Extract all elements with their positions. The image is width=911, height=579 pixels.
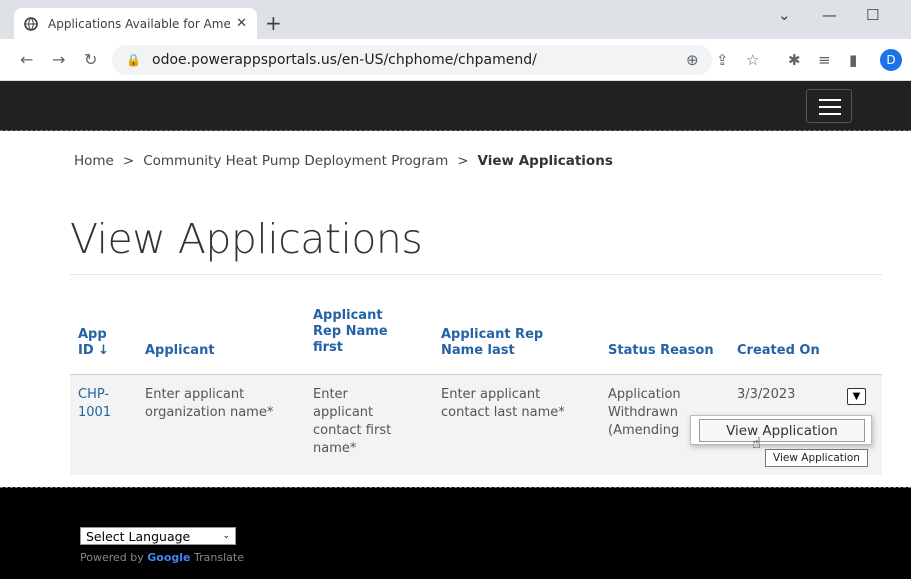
header-app-id[interactable]: App ID ↓: [78, 327, 109, 359]
powered-by-google-translate: Powered by Google Translate: [80, 551, 244, 564]
page-title: View Applications: [70, 215, 423, 263]
cell-line: organization name*: [145, 405, 274, 420]
bookmark-star-icon[interactable]: ☆: [746, 51, 759, 69]
cell-app-id[interactable]: CHP- 1001: [78, 386, 111, 422]
header-line: ID ↓: [78, 343, 110, 358]
share-icon[interactable]: ⇪: [716, 51, 729, 69]
tab-search-icon[interactable]: ⌄: [778, 6, 791, 24]
translate-link[interactable]: Translate: [194, 551, 244, 564]
header-line: Name last: [441, 343, 515, 358]
header-applicant[interactable]: Applicant: [145, 343, 215, 359]
row-actions-dropdown-button[interactable]: ▼: [847, 388, 866, 405]
side-panel-icon[interactable]: ▮: [849, 51, 857, 69]
cell-rep-last: Enter applicant contact last name*: [441, 386, 565, 422]
cell-created-on: 3/3/2023: [737, 386, 795, 404]
header-line: first: [313, 340, 343, 355]
language-select-value: Select Language: [86, 528, 191, 544]
globe-icon: [24, 16, 38, 31]
minimize-icon[interactable]: —: [822, 6, 837, 24]
cell-line: name*: [313, 441, 357, 456]
breadcrumb-separator: >: [457, 153, 469, 169]
site-header: [0, 81, 911, 131]
cell-applicant: Enter applicant organization name*: [145, 386, 273, 422]
close-tab-icon[interactable]: ✕: [236, 16, 247, 31]
header-line: Applicant: [313, 308, 383, 323]
header-rep-last[interactable]: Applicant Rep Name last: [441, 327, 543, 359]
cell-line: 3/3/2023: [737, 387, 796, 402]
browser-tab-bar: Applications Available for Amend ✕ + ⌄ —…: [0, 0, 911, 39]
title-divider: [70, 274, 882, 275]
cell-line: contact first: [313, 423, 392, 438]
language-select[interactable]: Select Language ⌄: [80, 527, 236, 545]
breadcrumb-separator: >: [122, 153, 135, 169]
maximize-icon[interactable]: ☐: [866, 6, 879, 24]
cell-line: Enter applicant: [441, 387, 541, 402]
cell-rep-first: Enter applicant contact first name*: [313, 386, 391, 458]
header-created-on[interactable]: Created On: [737, 343, 820, 359]
new-tab-button[interactable]: +: [265, 11, 282, 35]
cell-line: Withdrawn: [608, 405, 678, 420]
cell-line: (Amending: [608, 423, 680, 438]
address-bar[interactable]: 🔒 odoe.powerappsportals.us/en-US/chphome…: [112, 45, 712, 75]
url-text: odoe.powerappsportals.us/en-US/chphome/c…: [152, 52, 537, 68]
lock-icon: 🔒: [126, 53, 141, 67]
tooltip: View Application: [765, 449, 868, 467]
browser-tab[interactable]: Applications Available for Amend ✕: [14, 8, 257, 39]
breadcrumb-program[interactable]: Community Heat Pump Deployment Program: [143, 153, 448, 169]
site-footer: Select Language ⌄ Powered by Google Tran…: [0, 487, 911, 579]
cell-line: Application: [608, 387, 681, 402]
view-application-menu-item[interactable]: View Application: [699, 419, 865, 442]
forward-icon[interactable]: →: [52, 50, 65, 69]
header-line: Applicant Rep: [441, 327, 544, 342]
header-line: Rep Name: [313, 324, 388, 339]
breadcrumb-home[interactable]: Home: [74, 153, 114, 169]
cell-line: CHP-: [78, 387, 110, 402]
chevron-down-icon: ⌄: [222, 531, 230, 541]
zoom-icon[interactable]: ⊕: [686, 51, 699, 69]
header-rep-first[interactable]: Applicant Rep Name first: [313, 308, 388, 356]
hand-cursor-icon: ☝: [752, 434, 762, 452]
powered-by-text: Powered by: [80, 551, 144, 564]
hamburger-menu-icon[interactable]: [806, 89, 852, 123]
header-line: Status Reason: [608, 343, 714, 358]
header-line: Applicant: [145, 343, 215, 358]
breadcrumb-current: View Applications: [477, 153, 613, 169]
back-icon[interactable]: ←: [20, 50, 33, 69]
breadcrumb: Home > Community Heat Pump Deployment Prog…: [74, 153, 613, 169]
cell-line: 1001: [78, 405, 112, 420]
reading-list-icon[interactable]: ≡: [818, 51, 831, 69]
cell-line: applicant: [313, 405, 374, 420]
profile-avatar[interactable]: D: [880, 49, 902, 71]
cell-line: Enter: [313, 387, 348, 402]
extensions-icon[interactable]: ✱: [788, 51, 801, 69]
cell-line: contact last name*: [441, 405, 565, 420]
reload-icon[interactable]: ↻: [84, 50, 97, 69]
cell-line: Enter applicant: [145, 387, 245, 402]
row-actions-menu: View Application: [690, 415, 872, 445]
header-line: Created On: [737, 343, 820, 358]
chevron-down-icon: ▼: [852, 391, 861, 402]
tab-title: Applications Available for Amend: [48, 16, 231, 31]
page-content: Home > Community Heat Pump Deployment Prog…: [0, 131, 911, 487]
google-logo[interactable]: Google: [147, 551, 190, 564]
header-line: App: [78, 327, 107, 342]
header-status-reason[interactable]: Status Reason: [608, 343, 714, 359]
browser-toolbar: ← → ↻ 🔒 odoe.powerappsportals.us/en-US/c…: [0, 39, 911, 81]
cell-status-reason: Application Withdrawn (Amending: [608, 386, 681, 440]
